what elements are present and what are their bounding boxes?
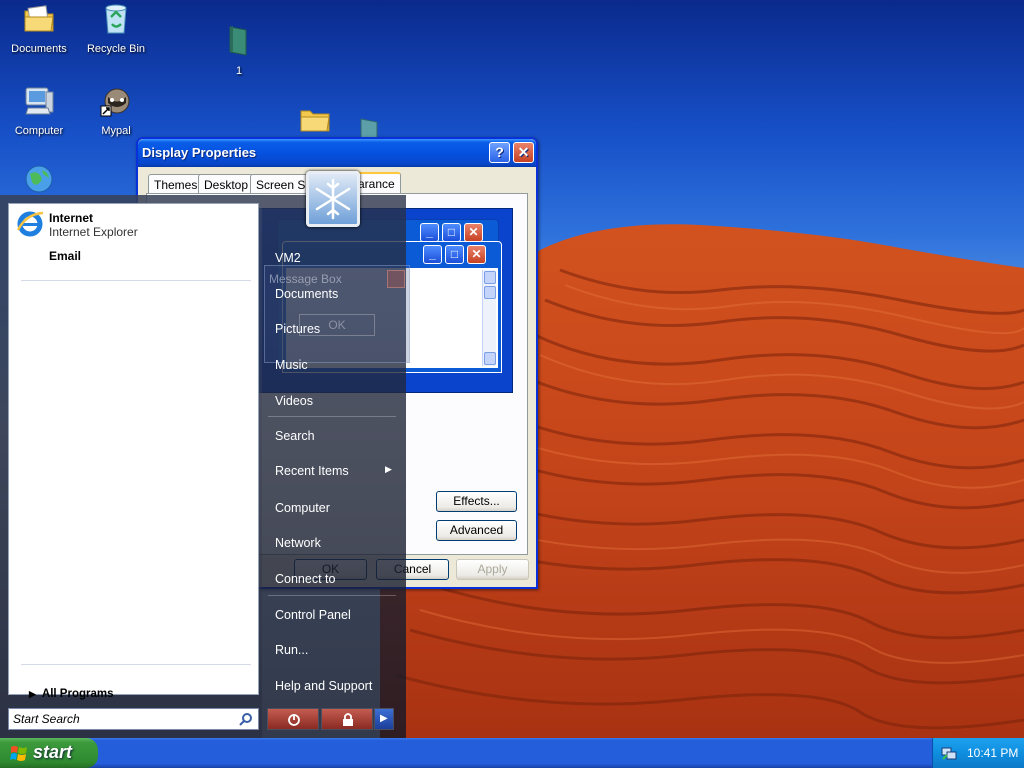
magnifier-icon [239, 713, 252, 726]
snowflake-icon [315, 178, 351, 220]
sm-item-recent-items[interactable]: Recent Items ▶ [275, 464, 392, 478]
sm-item-vm2[interactable]: VM2 [275, 251, 301, 265]
user-picture[interactable] [306, 171, 360, 227]
sm-item-videos[interactable]: Videos [275, 394, 313, 408]
maximize-icon: □ [445, 245, 464, 264]
sm-item-control-panel[interactable]: Control Panel [275, 608, 351, 622]
lock-icon [343, 713, 353, 726]
tab-desktop[interactable]: Desktop [198, 174, 255, 194]
close-icon: ✕ [467, 245, 486, 264]
network-tray-icon[interactable] [941, 745, 957, 761]
all-programs-label: All Programs [41, 688, 114, 700]
ie-icon [16, 211, 44, 237]
power-icon [288, 714, 300, 726]
advanced-button[interactable]: Advanced [436, 520, 517, 541]
sm-item-help-and-support[interactable]: Help and Support [275, 679, 372, 693]
ghost-message-box-title: Message Box [269, 272, 342, 286]
pinned-email[interactable]: Email [49, 249, 81, 263]
preview-scrollbar [482, 270, 496, 366]
start-label: start [33, 742, 73, 762]
mypal-raccoon-icon [100, 88, 130, 117]
all-programs-button[interactable]: ▶ All Programs [29, 688, 114, 700]
close-icon: ✕ [464, 223, 483, 242]
ghost-message-box: Message Box OK [264, 265, 410, 363]
sm-item-computer[interactable]: Computer [275, 501, 330, 515]
start-button[interactable]: start [0, 738, 98, 768]
desktop-icon-documents[interactable]: Documents [0, 2, 78, 55]
effects-button[interactable]: Effects... [436, 491, 517, 512]
start-menu: Message Box OK Internet Internet Explore… [0, 195, 410, 738]
desktop-icon-label: Documents [11, 43, 67, 55]
display-properties-titlebar[interactable]: Display Properties ? ✕ [138, 139, 536, 167]
arrow-right-icon: ▶ [380, 713, 388, 724]
question-icon: ? [495, 144, 504, 160]
desktop-icon-label: Mypal [101, 125, 131, 137]
power-bar: ▶ [267, 708, 394, 730]
desktop-icon-label: Computer [14, 125, 64, 137]
taskbar: start 10:41 PM [0, 738, 1024, 768]
desktop-icon-1[interactable]: 1 [200, 24, 278, 77]
pinned-internet-subtitle: Internet Explorer [49, 225, 138, 239]
system-tray: 10:41 PM [932, 738, 1024, 768]
folder-icon [300, 110, 330, 132]
start-search-placeholder: Start Search [13, 712, 80, 726]
desktop-icon-label: Recycle Bin [86, 43, 146, 55]
sm-item-network[interactable]: Network [275, 536, 321, 550]
power-options-button[interactable]: ▶ [374, 708, 394, 730]
recycle-bin-icon [105, 4, 127, 34]
desktop-icon-label: 1 [235, 65, 243, 77]
help-button[interactable]: ? [489, 142, 510, 163]
window-title: Display Properties [142, 145, 257, 160]
sm-item-search[interactable]: Search [275, 429, 315, 443]
all-programs-separator [21, 664, 251, 665]
sm-separator [268, 595, 396, 596]
folder-icon [24, 5, 54, 32]
pinned-internet[interactable]: Internet Internet Explorer [49, 211, 138, 239]
arrow-right-icon: ▶ [29, 689, 36, 699]
scroll-up-icon [484, 271, 496, 284]
start-search-input[interactable]: Start Search [8, 708, 259, 730]
submenu-arrow-icon: ▶ [385, 464, 392, 474]
tab-themes[interactable]: Themes [148, 174, 204, 194]
close-button[interactable]: ✕ [513, 142, 534, 163]
start-menu-programs-pane: Internet Internet Explorer Email ▶ All Pr… [8, 203, 259, 700]
close-icon: ✕ [517, 144, 530, 160]
computer-icon [25, 87, 54, 115]
sm-item-music[interactable]: Music [275, 358, 308, 372]
scroll-thumb [484, 286, 496, 299]
desktop-icon-recycle-bin[interactable]: Recycle Bin [77, 2, 155, 55]
desktop-icon-mypal[interactable]: Mypal [77, 84, 155, 137]
pinned-separator [21, 280, 251, 281]
sm-item-run[interactable]: Run... [275, 643, 308, 657]
sm-separator [268, 416, 396, 417]
sm-item-pictures[interactable]: Pictures [275, 322, 320, 336]
pinned-internet-title: Internet [49, 211, 94, 225]
network-globe-icon [25, 165, 53, 193]
minimize-icon: _ [420, 223, 439, 242]
power-button[interactable] [267, 708, 319, 730]
sm-item-recent-items-label: Recent Items [275, 464, 349, 478]
clock[interactable]: 10:41 PM [967, 746, 1018, 760]
book-icon [229, 26, 247, 56]
maximize-icon: □ [442, 223, 461, 242]
sm-item-documents[interactable]: Documents [275, 287, 338, 301]
minimize-icon: _ [423, 245, 442, 264]
scroll-down-icon [484, 352, 496, 365]
apply-button[interactable]: Apply [456, 559, 529, 580]
ghost-close-icon [387, 270, 405, 288]
desktop-icon-computer[interactable]: Computer [0, 84, 78, 137]
windows-logo-icon [10, 746, 27, 761]
sm-item-connect-to[interactable]: Connect to [275, 572, 335, 586]
lock-button[interactable] [321, 708, 373, 730]
